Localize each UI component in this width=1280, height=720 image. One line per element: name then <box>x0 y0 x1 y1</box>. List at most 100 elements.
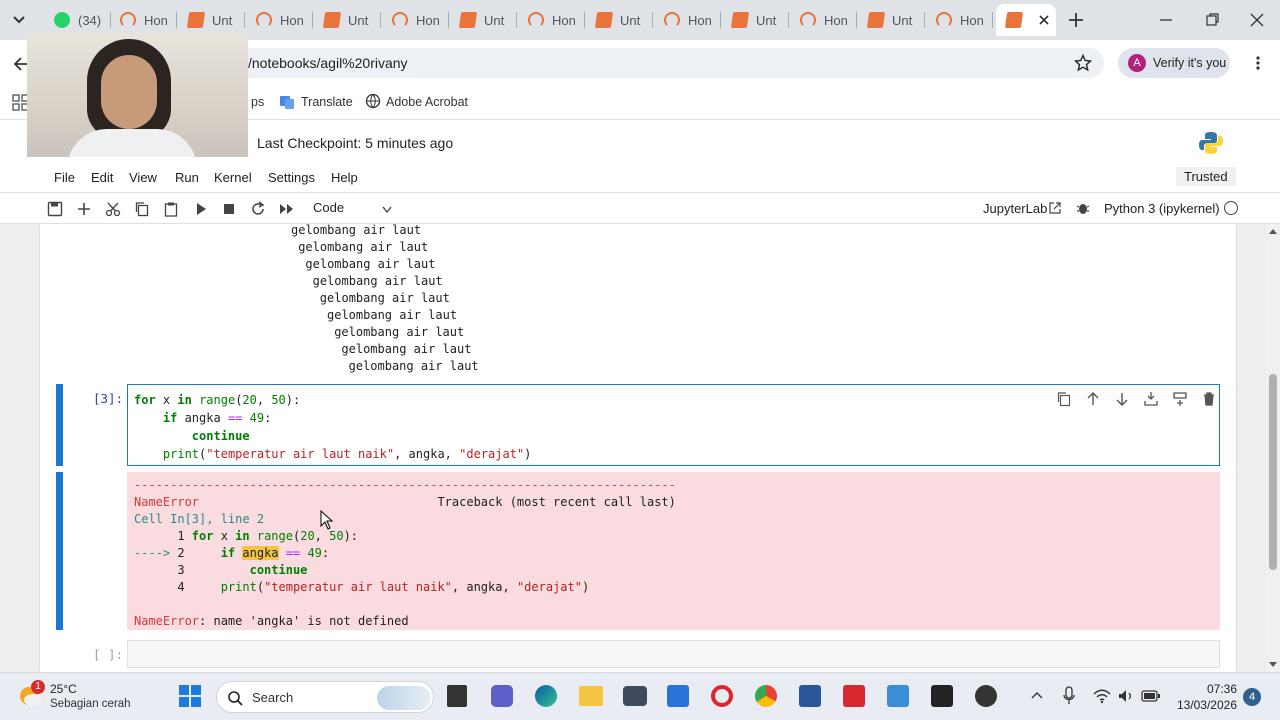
browser-tab[interactable]: Hon <box>518 4 582 36</box>
run-icon[interactable] <box>193 201 209 217</box>
scroll-track <box>1266 224 1280 672</box>
error-name: NameError <box>134 495 200 509</box>
browser-tab[interactable]: Unt <box>178 4 242 36</box>
output-line: gelombang air laut <box>334 325 465 339</box>
tab-label: Hon <box>824 12 848 28</box>
task-view-icon[interactable] <box>447 685 467 707</box>
save-icon[interactable] <box>47 201 63 217</box>
fast-forward-icon[interactable] <box>279 201 295 217</box>
tab-separator <box>924 12 925 28</box>
restart-icon[interactable] <box>250 201 266 217</box>
menu-file[interactable]: File <box>54 170 75 185</box>
output-line: gelombang air laut <box>298 240 429 254</box>
terminal-icon[interactable] <box>931 685 953 707</box>
teams-icon[interactable] <box>491 685 513 707</box>
browser-tab[interactable]: Hon <box>382 4 446 36</box>
tab-separator <box>312 12 313 28</box>
code-editor[interactable]: for x in range(20, 50): if angka == 49: … <box>127 384 1220 466</box>
microphone-icon[interactable] <box>1062 686 1076 706</box>
output-line: gelombang air laut <box>319 291 450 305</box>
output-line: gelombang air laut <box>312 274 443 288</box>
scroll-up-icon[interactable] <box>1268 226 1278 236</box>
kernel-name[interactable]: Python 3 (ipykernel) <box>1104 201 1220 216</box>
tray-chevron-up-icon[interactable] <box>1030 690 1044 700</box>
word-icon[interactable] <box>799 685 821 707</box>
browser-tab[interactable]: Hon <box>926 4 990 36</box>
traceback: ----------------------------------------… <box>134 478 676 628</box>
clock-date[interactable]: 13/03/2026 <box>1171 698 1237 712</box>
menu-kernel[interactable]: Kernel <box>214 170 252 185</box>
store-icon[interactable] <box>667 685 689 707</box>
delete-cell-icon[interactable] <box>1201 391 1217 407</box>
new-tab-icon[interactable] <box>1066 10 1086 30</box>
copy-icon[interactable] <box>134 201 150 217</box>
notebook-icon <box>866 12 886 28</box>
move-down-icon[interactable] <box>1114 391 1130 407</box>
jupyterlab-link[interactable]: JupyterLab <box>983 201 1047 216</box>
tab-separator <box>720 12 721 28</box>
file-explorer-icon[interactable] <box>579 686 603 706</box>
paste-icon[interactable] <box>163 201 179 217</box>
battery-icon[interactable] <box>1141 689 1161 703</box>
duplicate-cell-icon[interactable] <box>1056 391 1072 407</box>
camera-icon[interactable] <box>623 686 647 706</box>
windows-taskbar: 1 25°C Sebagian cerah Search 07:36 13/03… <box>0 672 1280 720</box>
menu-help[interactable]: Help <box>331 170 358 185</box>
close-tab-icon[interactable] <box>1038 14 1050 26</box>
jupyter-menubar: File Edit View Run Kernel Settings Help … <box>0 165 1280 191</box>
verify-profile-button[interactable]: A Verify it's you <box>1118 48 1230 78</box>
empty-cell-prompt: [ ]: <box>93 647 124 662</box>
bookmark-translate[interactable]: Translate <box>301 95 353 109</box>
tab-search-chevron-icon[interactable] <box>10 10 28 28</box>
jupyter-home-icon <box>120 12 136 28</box>
acrobat-icon[interactable] <box>843 685 865 707</box>
browser-tab[interactable]: Hon <box>110 4 174 36</box>
browser-tab[interactable]: Unt <box>858 4 922 36</box>
bookmark-star-icon[interactable] <box>1073 53 1093 72</box>
notebook-icon <box>730 12 750 28</box>
browser-tab[interactable]: Unt <box>586 4 650 36</box>
scroll-down-icon[interactable] <box>1268 660 1278 670</box>
address-bar[interactable]: /notebooks/agil%20rivany <box>236 48 1104 78</box>
browser-tab[interactable]: Unt <box>450 4 514 36</box>
browser-tab[interactable]: Hon <box>790 4 854 36</box>
photos-icon[interactable] <box>887 685 909 707</box>
opera-icon[interactable] <box>711 685 733 707</box>
menu-settings[interactable]: Settings <box>268 170 315 185</box>
edge-icon[interactable] <box>535 685 557 707</box>
browser-tab[interactable]: Unt <box>722 4 786 36</box>
taskbar-search[interactable]: Search <box>216 681 434 713</box>
debugger-icon[interactable] <box>1076 201 1090 215</box>
browser-tab[interactable]: Hon <box>654 4 718 36</box>
close-window-icon[interactable] <box>1247 10 1267 30</box>
bookmark-apps[interactable]: ps <box>251 95 264 109</box>
trusted-badge[interactable]: Trusted <box>1176 167 1236 186</box>
windows-start-icon[interactable] <box>179 685 201 707</box>
menu-run[interactable]: Run <box>175 170 199 185</box>
minimize-icon[interactable] <box>1156 10 1176 30</box>
browser-tab[interactable]: (34) <box>44 4 108 36</box>
chrome-icon[interactable] <box>755 685 777 707</box>
cut-icon[interactable] <box>105 201 121 217</box>
menu-edit[interactable]: Edit <box>91 170 113 185</box>
app-icon[interactable] <box>975 685 997 707</box>
menu-view[interactable]: View <box>129 170 157 185</box>
volume-icon[interactable] <box>1117 688 1135 704</box>
empty-code-cell[interactable] <box>127 640 1220 668</box>
cell-type-select[interactable]: Code <box>305 197 397 219</box>
stop-icon[interactable] <box>221 201 237 217</box>
restore-icon[interactable] <box>1202 10 1222 30</box>
active-browser-tab[interactable] <box>996 4 1056 36</box>
wifi-icon[interactable] <box>1093 688 1111 704</box>
insert-above-icon[interactable] <box>1143 391 1159 407</box>
insert-below-icon[interactable] <box>1172 391 1188 407</box>
bookmark-acrobat[interactable]: Adobe Acrobat <box>386 95 468 109</box>
notification-badge[interactable]: 4 <box>1243 688 1261 706</box>
browser-tab[interactable]: Unt <box>314 4 378 36</box>
browser-menu-icon[interactable] <box>1250 55 1266 71</box>
move-up-icon[interactable] <box>1085 391 1101 407</box>
insert-cell-icon[interactable] <box>76 201 92 217</box>
scrollbar-thumb-visible[interactable] <box>1269 374 1277 570</box>
clock-time[interactable]: 07:36 <box>1179 682 1237 696</box>
browser-tab[interactable]: Hon <box>246 4 310 36</box>
